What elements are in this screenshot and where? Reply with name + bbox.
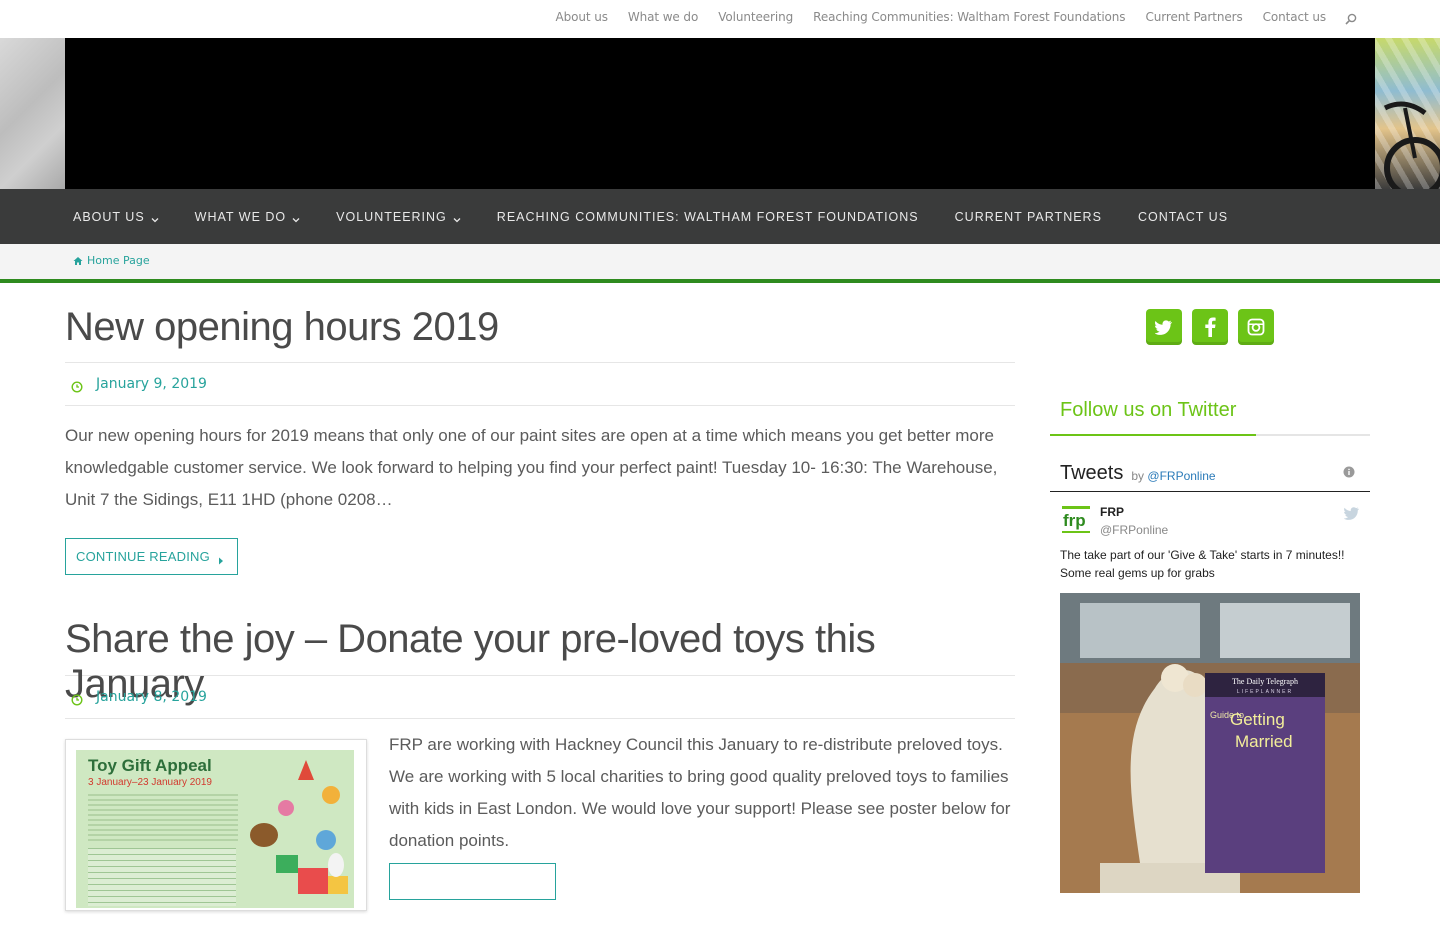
post-item: Share the joy – Donate your pre-loved to…: [65, 617, 1015, 939]
info-icon[interactable]: [1343, 465, 1355, 478]
book-line: LIFEPLANNER: [1237, 689, 1293, 695]
post-list: New opening hours 2019 January 9, 2019 O…: [65, 283, 1015, 939]
post-title[interactable]: Share the joy – Donate your pre-loved to…: [65, 617, 1015, 706]
poster-heading: Toy Gift Appeal: [88, 756, 212, 775]
post-title[interactable]: New opening hours 2019: [65, 305, 1015, 362]
social-links: [1146, 309, 1284, 345]
nav-current-partners-label: CURRENT PARTNERS: [954, 209, 1102, 224]
timeline-title: Tweets: [1060, 462, 1124, 484]
post-excerpt: Our new opening hours for 2019 means tha…: [65, 426, 998, 509]
divider: [65, 718, 1015, 719]
twitter-timeline: Tweets by @FRPonline frp FRP @FRPonline …: [1050, 456, 1370, 893]
tweet-author-handle[interactable]: @FRPonline: [1100, 523, 1168, 537]
facebook-icon[interactable]: [1192, 309, 1228, 345]
main-nav: ABOUT US WHAT WE DO VOLUNTEERING REACHIN…: [0, 189, 1440, 244]
home-icon: [73, 256, 83, 266]
avatar[interactable]: frp: [1060, 504, 1092, 536]
search-icon[interactable]: [1344, 11, 1358, 25]
tweet[interactable]: frp FRP @FRPonline The take part of our …: [1050, 492, 1370, 893]
topnav-volunteering[interactable]: Volunteering: [718, 10, 793, 24]
twitter-bird-icon[interactable]: [1343, 506, 1360, 520]
topnav-current-partners[interactable]: Current Partners: [1145, 10, 1242, 24]
timeline-byline: by @FRPonline: [1131, 469, 1215, 483]
tweet-photo[interactable]: The Daily Telegraph LIFEPLANNER Guide to…: [1060, 593, 1360, 893]
svg-text:frp: frp: [1063, 511, 1086, 530]
nav-about-us[interactable]: ABOUT US: [73, 210, 159, 224]
post-date[interactable]: January 9, 2019: [96, 376, 207, 392]
topnav-what-we-do[interactable]: What we do: [628, 10, 698, 24]
nav-what-we-do-label: WHAT WE DO: [194, 209, 287, 224]
continue-reading-button[interactable]: [389, 863, 556, 900]
poster-text-block: [88, 794, 238, 842]
post-thumbnail[interactable]: Toy Gift Appeal 3 January–23 January 201…: [65, 739, 367, 911]
divider: [65, 405, 1015, 406]
nav-volunteering[interactable]: VOLUNTEERING: [336, 210, 461, 224]
nav-current-partners[interactable]: CURRENT PARTNERS: [955, 210, 1102, 224]
banner-video-area: [65, 38, 1375, 189]
post-meta: January 8, 2019: [65, 676, 1015, 718]
continue-reading-label: CONTINUE READING: [76, 549, 210, 564]
topnav-reaching-communities[interactable]: Reaching Communities: Waltham Forest Fou…: [813, 10, 1125, 24]
breadcrumb-bar: Home Page: [0, 244, 1440, 283]
poster-table: [88, 848, 236, 906]
book-publisher: The Daily Telegraph: [1232, 677, 1298, 686]
poster-dates: 3 January–23 January 2019: [88, 777, 212, 788]
nav-about-us-label: ABOUT US: [73, 209, 145, 224]
post-item: New opening hours 2019 January 9, 2019 O…: [65, 305, 1015, 575]
nav-contact-us-label: CONTACT US: [1137, 209, 1229, 224]
header-banner: [0, 38, 1440, 189]
follow-title: Follow us on Twitter: [1060, 399, 1237, 421]
caret-right-icon: [218, 553, 224, 564]
top-nav: About us What we do Volunteering Reachin…: [536, 10, 1358, 25]
follow-widget: Follow us on Twitter: [1050, 390, 1370, 436]
nav-reaching-communities[interactable]: REACHING COMMUNITIES: WALTHAM FOREST FOU…: [497, 210, 919, 224]
clock-icon: [71, 378, 83, 393]
tweet-text: The take part of our 'Give & Take' start…: [1060, 548, 1345, 580]
chevron-down-icon: [453, 213, 461, 222]
chevron-down-icon: [151, 213, 159, 222]
continue-reading-button[interactable]: CONTINUE READING: [65, 538, 238, 575]
nav-reaching-communities-label: REACHING COMMUNITIES: WALTHAM FOREST FOU…: [496, 209, 919, 224]
nav-contact-us[interactable]: CONTACT US: [1138, 210, 1228, 224]
clock-icon: [71, 691, 83, 706]
instagram-icon[interactable]: [1238, 309, 1274, 345]
breadcrumb-home-label: Home Page: [87, 254, 150, 267]
toy-appeal-poster: Toy Gift Appeal 3 January–23 January 201…: [76, 750, 354, 908]
post-meta: January 9, 2019: [65, 363, 1015, 405]
breadcrumb[interactable]: Home Page: [73, 254, 150, 267]
chevron-down-icon: [292, 213, 300, 222]
title-underline: [1050, 434, 1370, 436]
topnav-about-us[interactable]: About us: [556, 10, 608, 24]
tweet-author-name[interactable]: FRP: [1100, 505, 1124, 519]
topnav-contact-us[interactable]: Contact us: [1263, 10, 1326, 24]
banner-left-image: [0, 38, 65, 189]
nav-volunteering-label: VOLUNTEERING: [336, 209, 447, 224]
timeline-by: by: [1131, 468, 1145, 483]
post-date[interactable]: January 8, 2019: [96, 689, 207, 705]
timeline-handle-link[interactable]: @FRPonline: [1147, 469, 1215, 483]
timeline-header: Tweets by @FRPonline: [1050, 456, 1370, 492]
top-utility-bar: About us What we do Volunteering Reachin…: [0, 0, 1440, 38]
post-excerpt: FRP are working with Hackney Council thi…: [389, 735, 1011, 850]
nav-what-we-do[interactable]: WHAT WE DO: [195, 210, 300, 224]
banner-right-image: [1375, 38, 1440, 189]
toy-illustrations: [250, 760, 348, 894]
twitter-icon[interactable]: [1146, 309, 1182, 345]
